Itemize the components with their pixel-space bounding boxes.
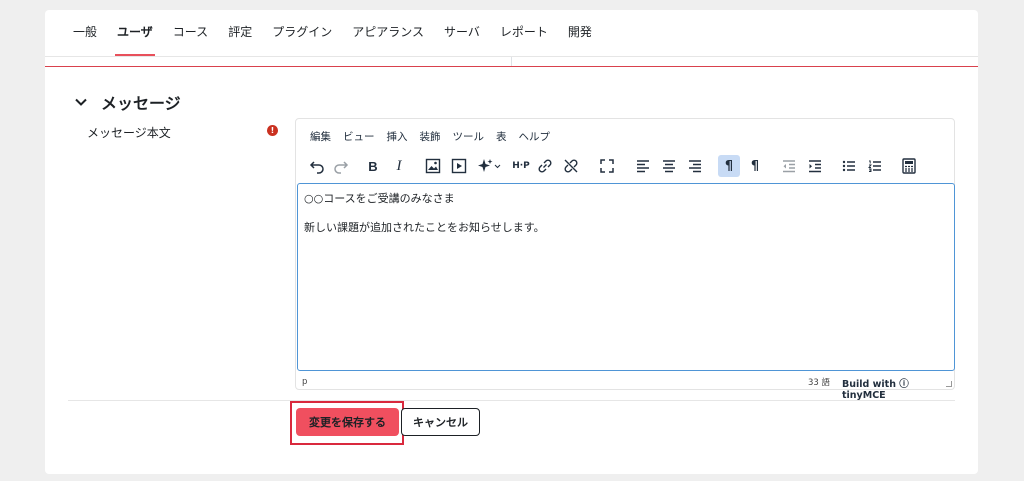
rtl-icon[interactable]: ¶ (744, 155, 766, 177)
editor-content[interactable]: ○○コースをご受講のみなさま 新しい課題が追加されたことをお知らせします。 (297, 183, 955, 371)
ai-sparkle-icon[interactable] (474, 155, 504, 177)
menu-insert[interactable]: 挿入 (387, 129, 408, 144)
tab-courses[interactable]: コース (173, 10, 208, 56)
cancel-button[interactable]: キャンセル (401, 408, 480, 436)
editor-toolbar: B I H·P ¶ ¶ (306, 155, 946, 177)
tinymce-branding[interactable]: Build with ⓘ tinyMCE (842, 376, 954, 401)
settings-card: 一般 ユーザ コース 評定 プラグイン アピアランス サーバ レポート 開発 メ… (45, 10, 978, 474)
admin-tabs: 一般 ユーザ コース 評定 プラグイン アピアランス サーバ レポート 開発 (45, 10, 978, 56)
menu-table[interactable]: 表 (496, 129, 507, 144)
tab-reports[interactable]: レポート (500, 10, 548, 56)
content-line: ○○コースをご受講のみなさま (304, 192, 455, 205)
section-title: メッセージ (101, 94, 181, 113)
menu-format[interactable]: 装飾 (420, 129, 441, 144)
calculator-icon[interactable] (898, 155, 920, 177)
tab-plugins[interactable]: プラグイン (272, 10, 332, 56)
menu-view[interactable]: ビュー (343, 129, 375, 144)
word-count[interactable]: 33 語 (808, 376, 830, 388)
field-label: メッセージ本文 (87, 126, 171, 140)
bold-icon[interactable]: B (362, 155, 384, 177)
ltr-icon[interactable]: ¶ (718, 155, 740, 177)
fullscreen-icon[interactable] (596, 155, 618, 177)
bullet-list-icon[interactable] (838, 155, 860, 177)
redo-icon[interactable] (330, 155, 352, 177)
outdent-icon[interactable] (778, 155, 800, 177)
h5p-icon[interactable]: H·P (510, 155, 532, 177)
rich-text-editor: 編集 ビュー 挿入 装飾 ツール 表 ヘルプ B I H·P ¶ ¶ ○○コース… (295, 118, 955, 401)
tab-appearance[interactable]: アピアランス (352, 10, 424, 56)
align-right-icon[interactable] (684, 155, 706, 177)
menu-tools[interactable]: ツール (453, 129, 485, 144)
form-divider (68, 400, 955, 401)
indent-icon[interactable] (804, 155, 826, 177)
image-icon[interactable] (422, 155, 444, 177)
menu-help[interactable]: ヘルプ (519, 129, 551, 144)
align-left-icon[interactable] (632, 155, 654, 177)
resize-handle-icon[interactable] (946, 381, 952, 387)
element-path[interactable]: p (302, 377, 307, 387)
editor-menubar: 編集 ビュー 挿入 装飾 ツール 表 ヘルプ (310, 129, 562, 144)
menu-edit[interactable]: 編集 (310, 129, 331, 144)
tab-users[interactable]: ユーザ (115, 10, 155, 56)
accent-divider (45, 66, 978, 67)
media-icon[interactable] (448, 155, 470, 177)
tab-development[interactable]: 開発 (568, 10, 592, 56)
unlink-icon[interactable] (560, 155, 582, 177)
content-line: 新しい課題が追加されたことをお知らせします。 (304, 221, 545, 234)
tab-grades[interactable]: 評定 (228, 10, 252, 56)
tab-server[interactable]: サーバ (444, 10, 480, 56)
tab-general[interactable]: 一般 (73, 10, 97, 56)
undo-icon[interactable] (306, 155, 328, 177)
chevron-down-icon[interactable] (73, 94, 89, 110)
link-icon[interactable] (534, 155, 556, 177)
section-header[interactable]: メッセージ (73, 90, 181, 114)
italic-icon[interactable]: I (388, 155, 410, 177)
save-button[interactable]: 変更を保存する (296, 408, 399, 436)
numbered-list-icon[interactable] (864, 155, 886, 177)
required-icon: ! (267, 125, 278, 136)
editor-statusbar: p 33 語 Build with ⓘ tinyMCE (296, 373, 954, 401)
align-center-icon[interactable] (658, 155, 680, 177)
